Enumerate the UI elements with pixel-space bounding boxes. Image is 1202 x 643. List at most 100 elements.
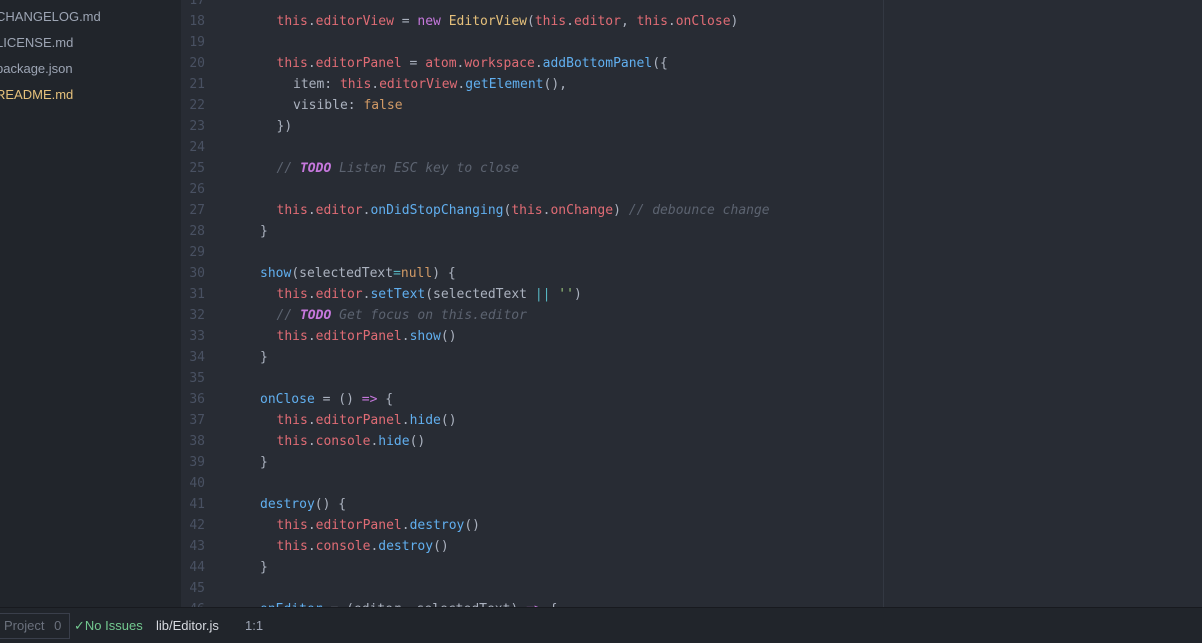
- code-line[interactable]: 46onEditor = (editor, selectedText) => {: [181, 599, 557, 607]
- code-token: (): [440, 413, 457, 428]
- code-token: show: [260, 266, 292, 281]
- code-token: (selectedText: [425, 287, 535, 302]
- code-token: editorPanel: [315, 329, 402, 344]
- code-line[interactable]: 23}): [181, 116, 292, 137]
- code-line[interactable]: 45: [181, 578, 260, 599]
- code-line[interactable]: 33 this.editorPanel.show(): [181, 326, 457, 347]
- code-token: new: [417, 14, 441, 29]
- code-line[interactable]: 18 this.editorView = new EditorView(this.…: [181, 11, 738, 32]
- line-number: 23: [189, 119, 205, 134]
- code-line[interactable]: 39}: [181, 452, 268, 473]
- line-number: 27: [189, 203, 205, 218]
- code-line[interactable]: 41 destroy() {: [181, 494, 346, 515]
- line-number: 17: [189, 0, 205, 8]
- code-line[interactable]: 32 // TODO Get focus on this.editor: [181, 305, 527, 326]
- code-token: destroy: [260, 497, 315, 512]
- code-token: onClose: [675, 14, 731, 29]
- code-line[interactable]: 38 this.console.hide(): [181, 431, 425, 452]
- code-token: ): [573, 287, 582, 302]
- code-text: this.editor.onDidStopChanging(this.onCha…: [260, 203, 770, 218]
- code-token: show: [409, 329, 441, 344]
- code-line[interactable]: 40: [181, 473, 260, 494]
- code-token: editorPanel: [315, 56, 402, 71]
- code-token: ,: [620, 14, 637, 29]
- code-token: (): [440, 329, 457, 344]
- code-token: (): [433, 539, 449, 554]
- code-line[interactable]: 34}: [181, 347, 268, 368]
- file-item[interactable]: package.json: [0, 58, 73, 80]
- line-number: 31: [189, 287, 205, 302]
- cursor-position[interactable]: 1:1: [245, 608, 263, 643]
- code-text: visible: false: [260, 98, 403, 113]
- line-number: 33: [189, 329, 205, 344]
- linter-status[interactable]: ✓No Issues: [74, 608, 143, 643]
- code-token: //: [276, 308, 300, 323]
- code-token: this: [276, 329, 308, 344]
- file-path[interactable]: lib/Editor.js: [156, 608, 219, 643]
- code-token: null: [400, 266, 433, 281]
- code-token: this: [276, 56, 308, 71]
- line-number: 40: [189, 476, 205, 491]
- line-number: 41: [189, 497, 205, 512]
- code-text: }: [260, 560, 268, 575]
- code-token: destroy: [378, 539, 434, 554]
- code-token: onDidStopChanging: [370, 203, 504, 218]
- code-line[interactable]: 24: [181, 137, 260, 158]
- code-text: this.editorView = new EditorView(this.ed…: [260, 14, 739, 29]
- code-token: addBottomPanel: [542, 56, 653, 71]
- code-text: }: [260, 455, 268, 470]
- code-token: ) {: [432, 266, 456, 281]
- project-label: Project: [4, 618, 45, 633]
- code-token: ): [730, 14, 739, 29]
- code-text: this.editorPanel.show(): [260, 329, 457, 344]
- code-text: this.editor.setText(selectedText || ''): [260, 287, 582, 302]
- code-line[interactable]: 26: [181, 179, 260, 200]
- code-line[interactable]: 36 onClose = () => {: [181, 389, 393, 410]
- file-item[interactable]: LICENSE.md: [0, 32, 73, 54]
- code-line[interactable]: 21 item: this.editorView.getElement(),: [181, 74, 567, 95]
- code-line[interactable]: 17: [181, 0, 260, 11]
- code-line[interactable]: 35: [181, 368, 260, 389]
- code-token: {: [377, 392, 394, 407]
- project-tab[interactable]: Project 0: [0, 613, 71, 639]
- line-number: 26: [189, 182, 205, 197]
- code-token: onChange: [550, 203, 614, 218]
- code-line[interactable]: 22 visible: false: [181, 95, 403, 116]
- code-token: this: [276, 518, 308, 533]
- code-text: }): [260, 119, 293, 134]
- code-token: ||: [534, 287, 551, 302]
- line-number: 39: [189, 455, 205, 470]
- code-line[interactable]: 44}: [181, 557, 268, 578]
- line-number: 21: [189, 77, 205, 92]
- code-text: onClose = () => {: [260, 392, 393, 407]
- code-token: .: [401, 329, 410, 344]
- code-line[interactable]: 31 this.editor.setText(selectedText || ''…: [181, 284, 582, 305]
- code-text: this.editorPanel.destroy(): [260, 518, 481, 533]
- code-line[interactable]: 25 // TODO Listen ESC key to close: [181, 158, 519, 179]
- line-number: 43: [189, 539, 205, 554]
- file-item[interactable]: CHANGELOG.md: [0, 6, 101, 28]
- code-token: (),: [543, 77, 567, 92]
- line-number: 30: [189, 266, 205, 281]
- code-line[interactable]: 27 this.editor.onDidStopChanging(this.onC…: [181, 200, 770, 221]
- line-number: 29: [189, 245, 205, 260]
- code-token: .: [307, 203, 316, 218]
- code-token: }: [260, 350, 268, 365]
- code-editor[interactable]: 17 18 this.editorView = new EditorView(thi…: [181, 0, 1202, 607]
- code-line[interactable]: 28}: [181, 221, 267, 242]
- code-token: .: [307, 539, 316, 554]
- code-line[interactable]: 30 show(selectedText=null) {: [181, 263, 456, 284]
- code-line[interactable]: 19: [181, 32, 260, 53]
- code-line[interactable]: 20 this.editorPanel = atom.workspace.addB…: [181, 53, 668, 74]
- code-line[interactable]: 43 this.console.destroy(): [181, 536, 449, 557]
- code-token: editor: [315, 203, 363, 218]
- line-number: 20: [189, 56, 205, 71]
- tree-view: CHANGELOG.md LICENSE.md package.json README…: [0, 0, 181, 607]
- code-token: console: [315, 539, 371, 554]
- file-item[interactable]: README.md: [0, 84, 73, 106]
- code-token: =: [401, 56, 426, 71]
- code-line[interactable]: 37 this.editorPanel.hide(): [181, 410, 457, 431]
- code-line[interactable]: 29: [181, 242, 260, 263]
- code-line[interactable]: 42 this.editorPanel.destroy(): [181, 515, 480, 536]
